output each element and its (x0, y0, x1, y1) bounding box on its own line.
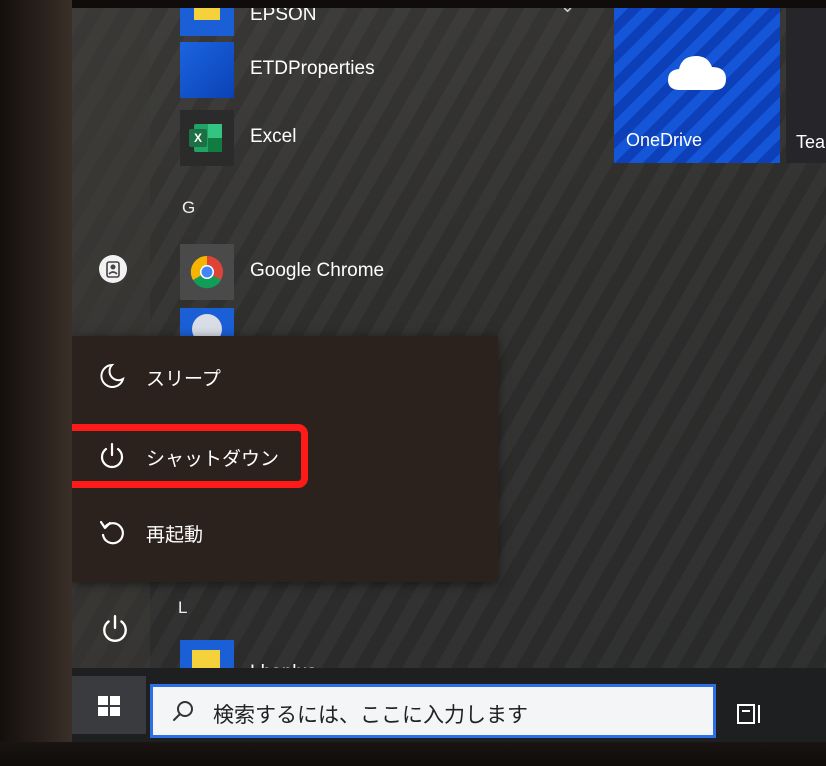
excel-icon: X (180, 110, 234, 166)
app-label: Excel (250, 126, 297, 147)
tile-onedrive[interactable]: OneDrive (614, 8, 780, 163)
onedrive-cloud-icon (668, 56, 726, 90)
windows-logo-icon (98, 696, 120, 716)
app-label: Google Chrome (250, 260, 385, 281)
user-avatar-icon[interactable] (98, 254, 128, 284)
restart-menu-item[interactable]: 再起動 (72, 504, 498, 560)
app-label: ETDProperties (250, 58, 375, 79)
restart-icon (99, 520, 124, 545)
monitor-bezel-bottom (0, 742, 826, 766)
tile-label: Tea (796, 132, 826, 152)
restart-label: 再起動 (146, 524, 204, 546)
shutdown-highlight-annotation (72, 424, 308, 488)
chevron-down-icon[interactable]: ⌄ (560, 8, 575, 17)
sleep-label: スリープ (146, 368, 221, 390)
monitor-bezel-top (0, 0, 826, 8)
etd-properties-icon (180, 42, 234, 98)
tile-label: OneDrive (626, 130, 703, 150)
task-view-icon[interactable] (736, 702, 764, 728)
power-icon[interactable] (100, 614, 130, 644)
tile-teams[interactable]: Tea (786, 8, 826, 163)
search-placeholder: 検索するには、ここに入力します (213, 703, 528, 727)
svg-text:X: X (194, 131, 202, 145)
epson-icon (180, 8, 234, 36)
search-icon (173, 701, 193, 721)
start-button[interactable] (72, 676, 146, 734)
section-header-l[interactable]: L (178, 598, 187, 618)
section-header-g[interactable]: G (182, 198, 195, 218)
list-item[interactable]: Google Chrome (180, 244, 580, 300)
sleep-menu-item[interactable]: スリープ (72, 348, 498, 404)
taskbar: 検索するには、ここに入力します (72, 668, 826, 742)
power-options-menu: スリープ シャットダウン 再起動 (72, 336, 498, 582)
chrome-icon (180, 244, 234, 300)
list-item[interactable]: X Excel (180, 110, 580, 166)
sleep-moon-icon (100, 363, 125, 388)
app-label: EPSON (250, 8, 317, 25)
list-item[interactable]: ETDProperties (180, 42, 580, 98)
search-input[interactable]: 検索するには、ここに入力します (150, 684, 716, 738)
monitor-bezel-left (0, 0, 72, 766)
start-menu-screen: EPSON ⌄ ETDProperties X Excel G (72, 8, 826, 742)
list-item[interactable]: EPSON (180, 8, 580, 36)
